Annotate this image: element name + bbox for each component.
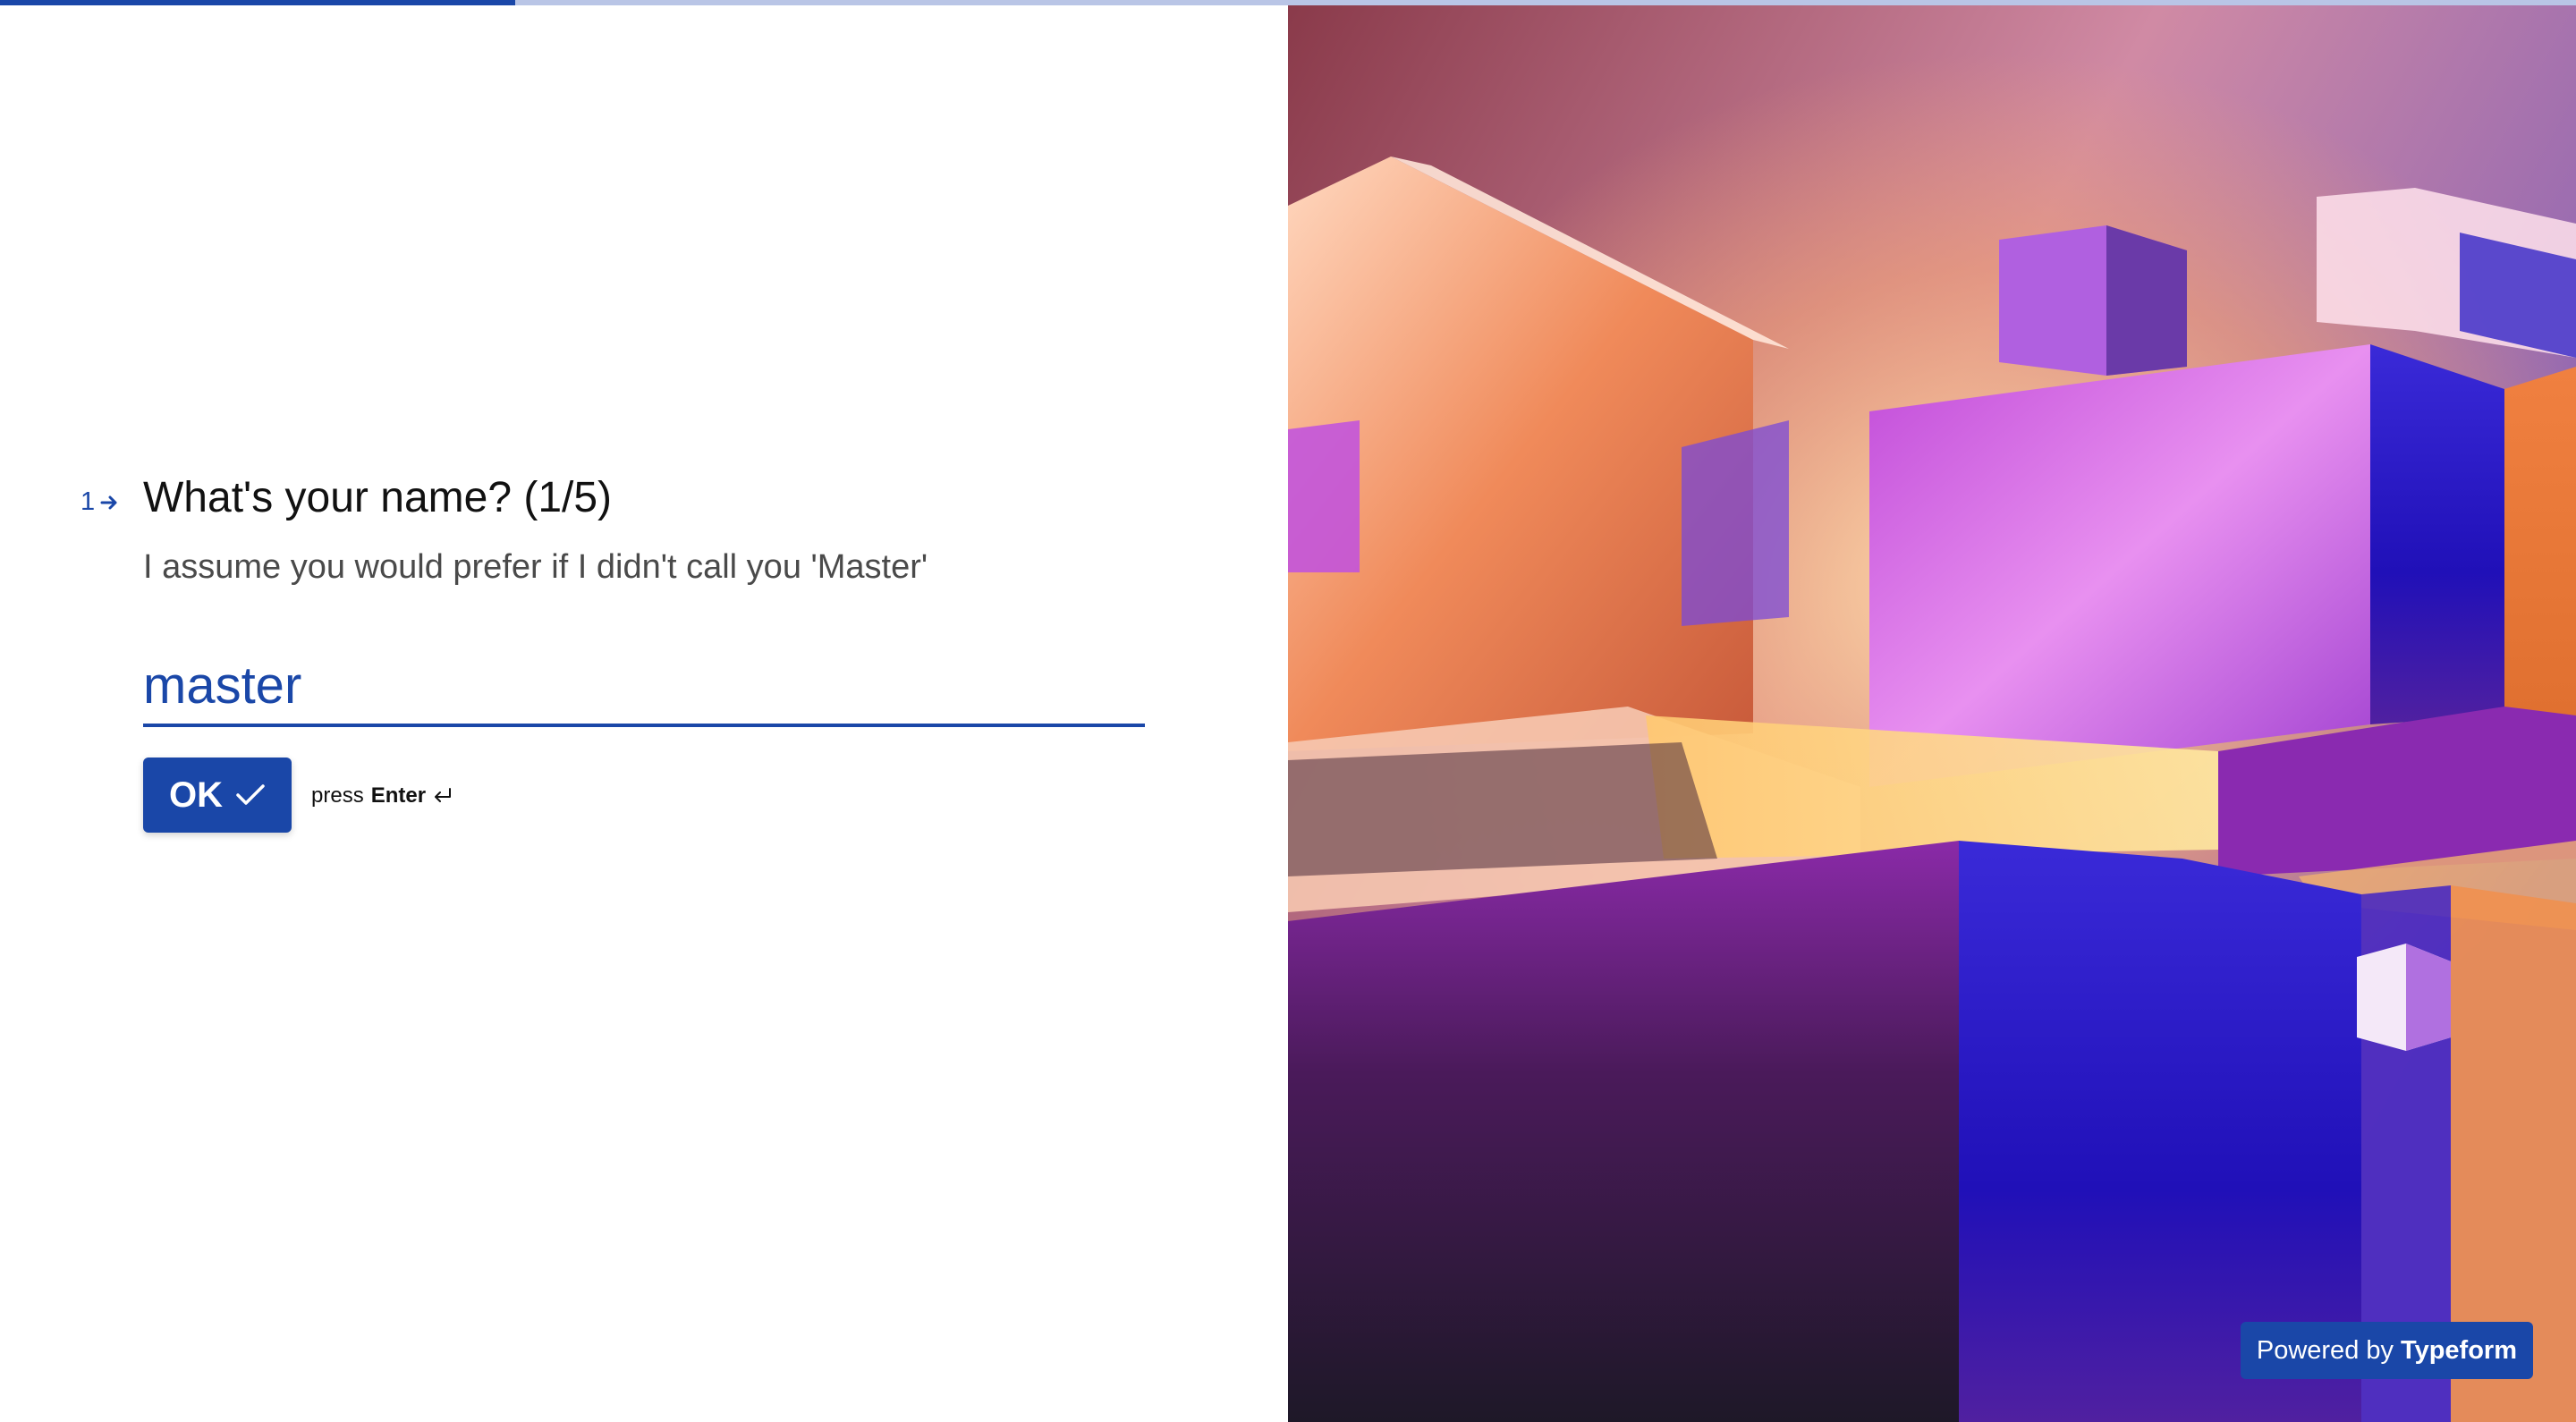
enter-key-icon xyxy=(435,788,452,802)
question-title: What's your name? (1/5) xyxy=(143,474,613,521)
typeform-page: 1 What's your name? (1/5) I assume you w… xyxy=(0,0,2576,1422)
powered-by-brand: Typeform xyxy=(2401,1335,2517,1365)
ok-button-label: OK xyxy=(169,774,223,815)
press-enter-hint: press Enter xyxy=(311,783,453,808)
powered-by-prefix: Powered by xyxy=(2256,1335,2394,1365)
powered-by-typeform-link[interactable]: Powered by Typeform xyxy=(2240,1322,2533,1379)
hint-prefix: press xyxy=(311,783,364,808)
question-number: 1 xyxy=(80,487,120,517)
progress-fill xyxy=(0,0,515,5)
ok-button[interactable]: OK xyxy=(143,758,292,833)
arrow-right-icon xyxy=(100,495,117,509)
progress-bar xyxy=(0,0,2576,5)
question-number-text: 1 xyxy=(80,487,96,516)
abstract-cubes-illustration xyxy=(1288,0,2576,1422)
hint-key: Enter xyxy=(370,783,427,808)
decorative-image-pane: Powered by Typeform xyxy=(1288,0,2576,1422)
question-pane: 1 What's your name? (1/5) I assume you w… xyxy=(0,0,1288,1422)
question-description: I assume you would prefer if I didn't ca… xyxy=(143,548,928,586)
check-icon xyxy=(236,784,265,805)
name-input[interactable] xyxy=(143,647,1145,727)
